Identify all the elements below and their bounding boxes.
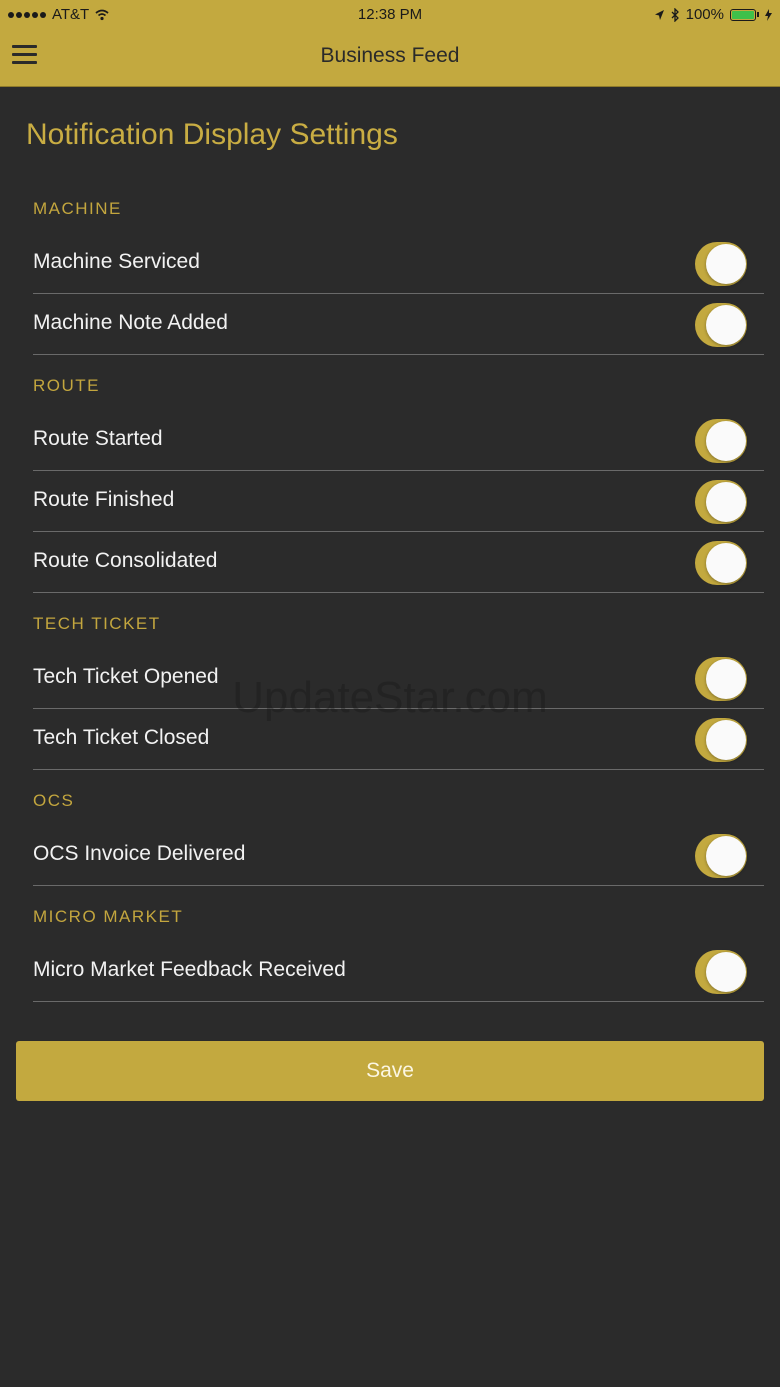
charging-bolt-icon bbox=[765, 8, 772, 21]
setting-row-route-started: Route Started bbox=[33, 410, 764, 471]
setting-label: Machine Note Added bbox=[33, 311, 228, 334]
battery-percent: 100% bbox=[685, 6, 724, 23]
setting-row-route-consolidated: Route Consolidated bbox=[33, 532, 764, 593]
setting-row-micro-market-feedback-received: Micro Market Feedback Received bbox=[33, 941, 764, 1002]
setting-row-route-finished: Route Finished bbox=[33, 471, 764, 532]
toggle-knob bbox=[706, 543, 746, 583]
toggle-knob bbox=[706, 720, 746, 760]
setting-row-machine-serviced: Machine Serviced bbox=[33, 233, 764, 294]
section-header-micro-market: MICRO MARKET bbox=[33, 907, 184, 926]
toggle-knob bbox=[706, 482, 746, 522]
setting-label: Route Consolidated bbox=[33, 549, 218, 572]
setting-row-ocs-invoice-delivered: OCS Invoice Delivered bbox=[33, 825, 764, 886]
setting-row-tech-ticket-opened: Tech Ticket Opened bbox=[33, 648, 764, 709]
setting-label: Micro Market Feedback Received bbox=[33, 958, 346, 981]
setting-label: Tech Ticket Closed bbox=[33, 726, 210, 749]
toggle-knob bbox=[706, 244, 746, 284]
toggle-switch-micro-market-feedback-received[interactable] bbox=[695, 950, 747, 994]
settings-list: MACHINE Machine Serviced Machine Note Ad… bbox=[33, 178, 764, 1002]
setting-row-machine-note-added: Machine Note Added bbox=[33, 294, 764, 355]
nav-title: Business Feed bbox=[320, 44, 460, 67]
toggle-switch-route-consolidated[interactable] bbox=[695, 541, 747, 585]
toggle-switch-ocs-invoice-delivered[interactable] bbox=[695, 834, 747, 878]
page-title: Notification Display Settings bbox=[26, 118, 398, 151]
toggle-knob bbox=[706, 836, 746, 876]
setting-label: Route Started bbox=[33, 427, 163, 450]
setting-label: Route Finished bbox=[33, 488, 175, 511]
navigation-bar: Business Feed bbox=[0, 30, 780, 87]
section-header-ocs: OCS bbox=[33, 791, 75, 810]
status-bar: AT&T 12:38 PM 100% bbox=[0, 0, 780, 30]
toggle-knob bbox=[706, 659, 746, 699]
toggle-switch-route-started[interactable] bbox=[695, 419, 747, 463]
save-button[interactable]: Save bbox=[16, 1041, 764, 1101]
toggle-knob bbox=[706, 421, 746, 461]
setting-row-tech-ticket-closed: Tech Ticket Closed bbox=[33, 709, 764, 770]
setting-label: OCS Invoice Delivered bbox=[33, 842, 246, 865]
battery-icon bbox=[730, 8, 756, 21]
toggle-switch-machine-serviced[interactable] bbox=[695, 242, 747, 286]
toggle-switch-tech-ticket-closed[interactable] bbox=[695, 718, 747, 762]
toggle-switch-machine-note-added[interactable] bbox=[695, 303, 747, 347]
bluetooth-icon bbox=[671, 7, 679, 22]
section-header-machine: MACHINE bbox=[33, 199, 122, 218]
setting-label: Machine Serviced bbox=[33, 250, 200, 273]
battery-tip bbox=[757, 12, 759, 17]
status-right: 100% bbox=[654, 6, 772, 23]
section-header-tech-ticket: TECH TICKET bbox=[33, 614, 161, 633]
section-header-route: ROUTE bbox=[33, 376, 100, 395]
toggle-switch-tech-ticket-opened[interactable] bbox=[695, 657, 747, 701]
setting-label: Tech Ticket Opened bbox=[33, 665, 219, 688]
location-arrow-icon bbox=[654, 9, 664, 20]
toggle-knob bbox=[706, 952, 746, 992]
toggle-switch-route-finished[interactable] bbox=[695, 480, 747, 524]
toggle-knob bbox=[706, 305, 746, 345]
